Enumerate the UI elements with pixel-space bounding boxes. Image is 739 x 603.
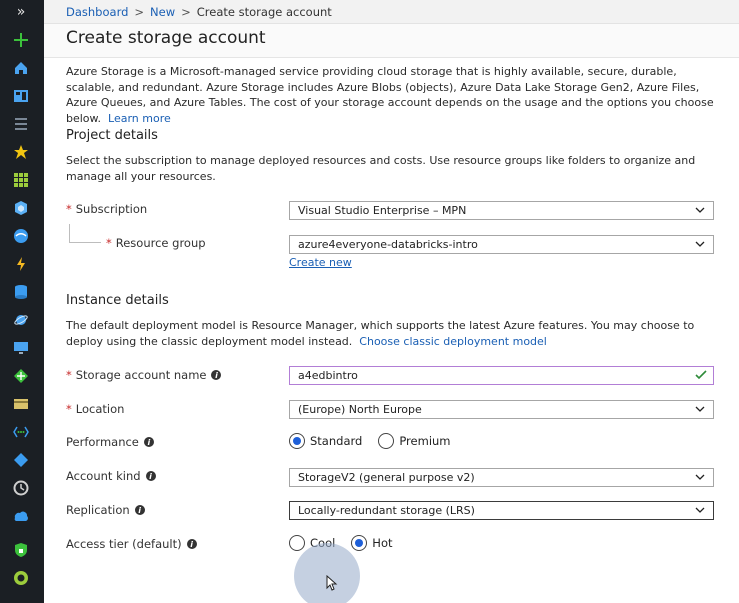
security-center-icon[interactable]: [10, 541, 32, 559]
required-marker: *: [66, 368, 72, 382]
performance-radio-group: Standard Premium: [289, 433, 467, 449]
performance-premium-label: Premium: [399, 434, 451, 448]
account-kind-select[interactable]: StorageV2 (general purpose v2): [289, 468, 714, 487]
project-details-heading: Project details: [66, 128, 158, 143]
load-balancers-icon[interactable]: [10, 367, 32, 385]
instance-details-heading: Instance details: [66, 293, 169, 308]
form-content: Azure Storage is a Microsoft-managed ser…: [44, 57, 739, 603]
main-panel: Dashboard > New > Create storage account Cre…: [44, 0, 739, 603]
location-select[interactable]: (Europe) North Europe: [289, 400, 714, 419]
performance-label: Performance i: [66, 435, 154, 449]
breadcrumb-dashboard[interactable]: Dashboard: [66, 5, 128, 19]
storage-account-name-value: a4edbintro: [298, 369, 358, 382]
breadcrumb-new[interactable]: New: [150, 5, 175, 19]
resource-group-value: azure4everyone-databricks-intro: [298, 238, 478, 251]
tree-connector: [69, 224, 101, 243]
radio-hot[interactable]: [351, 535, 368, 551]
chevron-down-icon: [695, 207, 705, 213]
required-marker: *: [106, 236, 112, 250]
performance-standard-option[interactable]: Standard: [289, 433, 362, 449]
access-tier-label: Access tier (default) i: [66, 537, 197, 551]
home-icon[interactable]: [10, 59, 32, 77]
subscription-label-text: Subscription: [75, 202, 148, 216]
valid-check-icon: [695, 370, 707, 380]
performance-premium-option[interactable]: Premium: [378, 433, 451, 449]
azure-portal: » Dashboard > New > Create storage accou…: [0, 0, 739, 603]
breadcrumb-current: Create storage account: [196, 5, 332, 19]
resource-group-label: * Resource group: [106, 236, 206, 250]
chevron-down-icon: [695, 474, 705, 480]
create-resource-icon[interactable]: [10, 31, 32, 49]
breadcrumb-separator: >: [134, 5, 145, 19]
info-icon[interactable]: i: [134, 505, 145, 515]
breadcrumb-bar: Dashboard > New > Create storage account: [44, 0, 739, 24]
dashboard-icon[interactable]: [10, 87, 32, 105]
breadcrumb-separator: >: [181, 5, 191, 19]
page-title: Create storage account: [66, 28, 266, 48]
radio-premium[interactable]: [378, 433, 395, 449]
mouse-pointer-icon: [326, 575, 338, 591]
virtual-networks-icon[interactable]: [10, 423, 32, 441]
monitor-icon[interactable]: [10, 479, 32, 497]
subscription-label: * Subscription: [66, 202, 147, 216]
breadcrumb: Dashboard > New > Create storage account: [66, 5, 332, 19]
tier-hot-label: Hot: [372, 536, 393, 550]
function-apps-icon[interactable]: [10, 255, 32, 273]
tier-hot-option[interactable]: Hot: [351, 535, 393, 551]
resource-group-select[interactable]: azure4everyone-databricks-intro: [289, 235, 714, 254]
chevron-down-icon: [695, 406, 705, 412]
account-kind-value: StorageV2 (general purpose v2): [298, 471, 475, 484]
storage-name-label-text: Storage account name: [75, 368, 207, 382]
info-icon[interactable]: i: [186, 539, 197, 549]
replication-label: Replication i: [66, 503, 145, 517]
chevron-down-icon: [695, 507, 705, 513]
app-services-icon[interactable]: [10, 227, 32, 245]
resource-groups-icon[interactable]: [10, 199, 32, 217]
replication-label-text: Replication: [66, 503, 130, 517]
virtual-machines-icon[interactable]: [10, 339, 32, 357]
required-marker: *: [66, 202, 72, 216]
chevron-down-icon: [695, 241, 705, 247]
storage-name-label: * Storage account name i: [66, 368, 222, 382]
account-kind-label-text: Account kind: [66, 469, 141, 483]
intro-text: Azure Storage is a Microsoft-managed ser…: [66, 64, 716, 126]
storage-account-name-input[interactable]: a4edbintro: [289, 366, 714, 385]
cursor-highlight: [294, 543, 360, 603]
replication-value: Locally-redundant storage (LRS): [298, 504, 475, 517]
cosmos-db-icon[interactable]: [10, 311, 32, 329]
replication-select[interactable]: Locally-redundant storage (LRS): [289, 501, 714, 520]
location-value: (Europe) North Europe: [298, 403, 422, 416]
project-details-description: Select the subscription to manage deploy…: [66, 154, 696, 183]
learn-more-link[interactable]: Learn more: [108, 112, 171, 125]
info-icon[interactable]: i: [143, 437, 154, 447]
cost-management-icon[interactable]: [10, 569, 32, 587]
azure-ad-icon[interactable]: [10, 451, 32, 469]
access-tier-label-text: Access tier (default): [66, 537, 182, 551]
performance-standard-label: Standard: [310, 434, 363, 448]
resource-group-label-text: Resource group: [115, 236, 206, 250]
create-new-link[interactable]: Create new: [289, 256, 352, 269]
info-icon[interactable]: i: [145, 471, 156, 481]
expand-menu-icon[interactable]: »: [10, 3, 32, 21]
location-label: * Location: [66, 402, 124, 416]
radio-standard[interactable]: [289, 433, 305, 449]
all-resources-icon[interactable]: [10, 171, 32, 189]
required-marker: *: [66, 402, 72, 416]
performance-label-text: Performance: [66, 435, 139, 449]
storage-accounts-icon[interactable]: [10, 395, 32, 413]
favorites-icon[interactable]: [10, 143, 32, 161]
radio-cool[interactable]: [289, 535, 305, 551]
advisor-icon[interactable]: [10, 507, 32, 525]
info-icon[interactable]: i: [211, 370, 222, 380]
location-label-text: Location: [75, 402, 125, 416]
subscription-value: Visual Studio Enterprise – MPN: [298, 204, 467, 217]
all-services-icon[interactable]: [10, 115, 32, 133]
instance-details-description: The default deployment model is Resource…: [66, 318, 716, 349]
subscription-select[interactable]: Visual Studio Enterprise – MPN: [289, 201, 714, 220]
sql-databases-icon[interactable]: [10, 283, 32, 301]
classic-deployment-link[interactable]: Choose classic deployment model: [359, 335, 547, 348]
left-nav-rail: »: [0, 0, 44, 603]
account-kind-label: Account kind i: [66, 469, 156, 483]
